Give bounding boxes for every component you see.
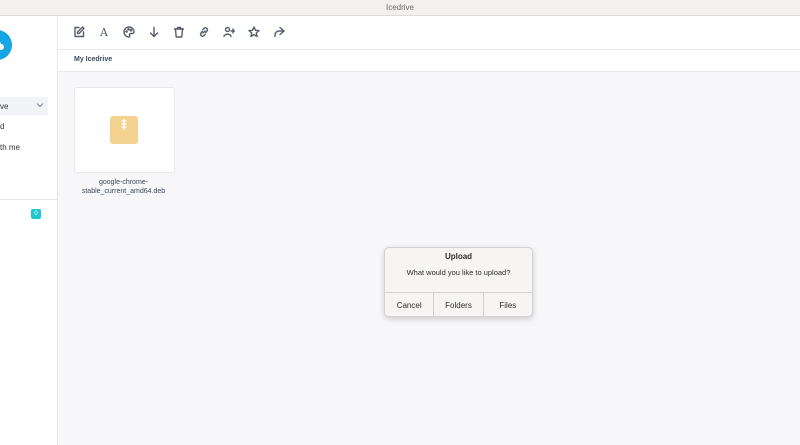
download-icon bbox=[149, 26, 159, 38]
sidebar-item-my-drive[interactable]: ve bbox=[0, 97, 48, 115]
color-button[interactable] bbox=[121, 24, 137, 40]
sidebar-item-label: th me bbox=[0, 142, 21, 152]
window-title: Icedrive bbox=[385, 3, 414, 12]
download-button[interactable] bbox=[146, 24, 162, 40]
file-name[interactable]: google-chrome- stable_current_amd64.deb bbox=[70, 178, 177, 196]
sidebar-item-label: d bbox=[0, 121, 5, 131]
link-button[interactable] bbox=[196, 24, 212, 40]
favorite-button[interactable] bbox=[246, 24, 262, 40]
add-user-icon bbox=[223, 26, 235, 38]
trash-icon bbox=[173, 26, 185, 38]
cloud-icon bbox=[0, 42, 4, 50]
icedrive-logo-icon[interactable] bbox=[0, 30, 12, 60]
dialog-message: What would you like to upload? bbox=[406, 268, 511, 277]
link-icon bbox=[199, 27, 209, 37]
edit-icon bbox=[74, 26, 85, 38]
file-tile[interactable] bbox=[74, 87, 175, 173]
file-name-line: google-chrome- bbox=[98, 179, 149, 186]
upload-dialog: Upload What would you like to upload? Ca… bbox=[384, 247, 533, 317]
chevron-down-icon[interactable] bbox=[36, 101, 44, 109]
upload-files-button[interactable]: Files bbox=[484, 293, 532, 316]
cancel-button[interactable]: Cancel bbox=[385, 293, 435, 316]
palette-icon bbox=[123, 26, 135, 38]
add-user-button[interactable] bbox=[221, 24, 237, 40]
file-name-line: stable_current_amd64.deb bbox=[81, 188, 166, 195]
window-titlebar: Icedrive bbox=[0, 0, 800, 16]
share-button[interactable] bbox=[271, 24, 287, 40]
sidebar: ve d th me 0 bbox=[0, 16, 58, 445]
edit-button[interactable] bbox=[71, 24, 87, 40]
sidebar-item-shared-with-me[interactable]: th me bbox=[0, 138, 48, 156]
rename-button[interactable]: A bbox=[96, 24, 112, 40]
dialog-title: Upload bbox=[444, 252, 473, 261]
star-icon bbox=[248, 26, 260, 38]
sidebar-item-shared[interactable]: d bbox=[0, 117, 48, 135]
delete-button[interactable] bbox=[171, 24, 187, 40]
sidebar-item-label: ve bbox=[0, 101, 9, 111]
breadcrumb-current[interactable]: My Icedrive bbox=[74, 56, 112, 63]
zipper-icon bbox=[121, 119, 127, 130]
upload-folders-button[interactable]: Folders bbox=[434, 293, 484, 316]
sidebar-divider bbox=[0, 199, 57, 200]
count-badge: 0 bbox=[31, 209, 41, 219]
archive-icon bbox=[110, 116, 138, 144]
breadcrumb: My Icedrive bbox=[58, 50, 800, 72]
dialog-button-row: Cancel Folders Files bbox=[385, 292, 532, 316]
toolbar: A bbox=[58, 16, 800, 50]
share-icon bbox=[274, 26, 285, 38]
font-icon: A bbox=[100, 25, 108, 39]
